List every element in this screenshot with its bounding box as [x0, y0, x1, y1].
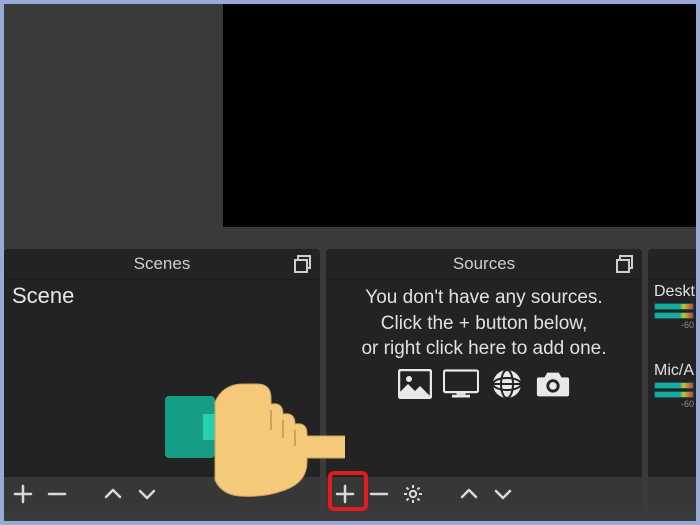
mixer-channel-mic-db: -60 [648, 398, 700, 415]
scenes-dock-button[interactable] [292, 253, 314, 275]
mixer-panel-header [648, 249, 700, 280]
scenes-panel-title: Scenes [134, 254, 191, 274]
sources-panel: Sources You don't have any sources. Clic… [326, 249, 642, 511]
mixer-toolbar [648, 477, 700, 511]
preview-canvas [223, 0, 700, 227]
browser-source-icon [489, 368, 525, 400]
scenes-move-up-button[interactable] [100, 481, 126, 507]
dock-icon [616, 255, 634, 273]
sources-move-up-button[interactable] [456, 481, 482, 507]
mixer-channel-desktop-meter [654, 303, 694, 310]
mixer-body: Deskt -60 Mic/A -60 [648, 279, 700, 477]
sources-move-down-button[interactable] [490, 481, 516, 507]
camera-source-icon [535, 368, 571, 400]
sources-empty-message: You don't have any sources. Click the + … [326, 279, 642, 362]
mixer-channel-desktop-meter2 [654, 312, 694, 319]
sources-properties-button[interactable] [400, 481, 426, 507]
sources-hint-icons [326, 368, 642, 400]
mixer-channel-mic-meter2 [654, 391, 694, 398]
scenes-toolbar [4, 477, 320, 511]
sources-add-button[interactable] [332, 481, 358, 507]
dock-icon [294, 255, 312, 273]
image-source-icon [397, 368, 433, 400]
sources-toolbar [326, 477, 642, 511]
chevron-down-icon [493, 484, 513, 504]
docks-row: Scenes Scene [0, 249, 700, 525]
scenes-panel-header: Scenes [4, 249, 320, 280]
mixer-channel-desktop-db: -60 [648, 319, 700, 336]
minus-icon [47, 484, 67, 504]
minus-icon [369, 484, 389, 504]
scenes-add-button[interactable] [10, 481, 36, 507]
plus-icon [13, 484, 33, 504]
display-source-icon [443, 368, 479, 400]
preview-area [0, 0, 700, 249]
scenes-list[interactable]: Scene [4, 279, 320, 477]
plus-icon [335, 484, 355, 504]
chevron-up-icon [103, 484, 123, 504]
sources-empty-line1: You don't have any sources. [330, 285, 638, 311]
mixer-channel-desktop-label: Deskt [648, 279, 700, 303]
gear-icon [403, 484, 423, 504]
sources-remove-button[interactable] [366, 481, 392, 507]
mixer-channel-mic-label: Mic/A [648, 358, 700, 382]
scenes-panel: Scenes Scene [4, 249, 320, 511]
scenes-remove-button[interactable] [44, 481, 70, 507]
scenes-move-down-button[interactable] [134, 481, 160, 507]
chevron-down-icon [137, 484, 157, 504]
sources-empty-line3: or right click here to add one. [330, 336, 638, 362]
sources-panel-title: Sources [453, 254, 515, 274]
audio-mixer-panel: Deskt -60 Mic/A -60 [648, 249, 700, 511]
mixer-channel-mic-meter [654, 382, 694, 389]
chevron-up-icon [459, 484, 479, 504]
sources-list[interactable]: You don't have any sources. Click the + … [326, 279, 642, 477]
sources-empty-line2: Click the + button below, [330, 311, 638, 337]
sources-panel-header: Sources [326, 249, 642, 280]
sources-dock-button[interactable] [614, 253, 636, 275]
scene-list-item[interactable]: Scene [4, 279, 320, 313]
